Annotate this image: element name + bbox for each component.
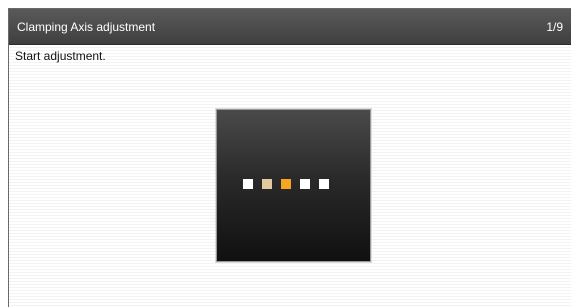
progress-dot-5: [319, 179, 329, 189]
progress-dot-1: [243, 179, 253, 189]
progress-dot-2: [262, 179, 272, 189]
instruction-text: Start adjustment.: [15, 49, 106, 63]
progress-dots: [243, 179, 329, 189]
title-bar: Clamping Axis adjustment 1/9: [9, 9, 571, 45]
progress-dot-3: [281, 179, 291, 189]
busy-indicator-panel: [216, 109, 371, 262]
content-area: Start adjustment.: [9, 45, 571, 307]
window-title: Clamping Axis adjustment: [17, 20, 156, 34]
page-indicator: 1/9: [546, 20, 563, 34]
progress-dot-4: [300, 179, 310, 189]
adjustment-window: Clamping Axis adjustment 1/9 Start adjus…: [8, 8, 571, 307]
